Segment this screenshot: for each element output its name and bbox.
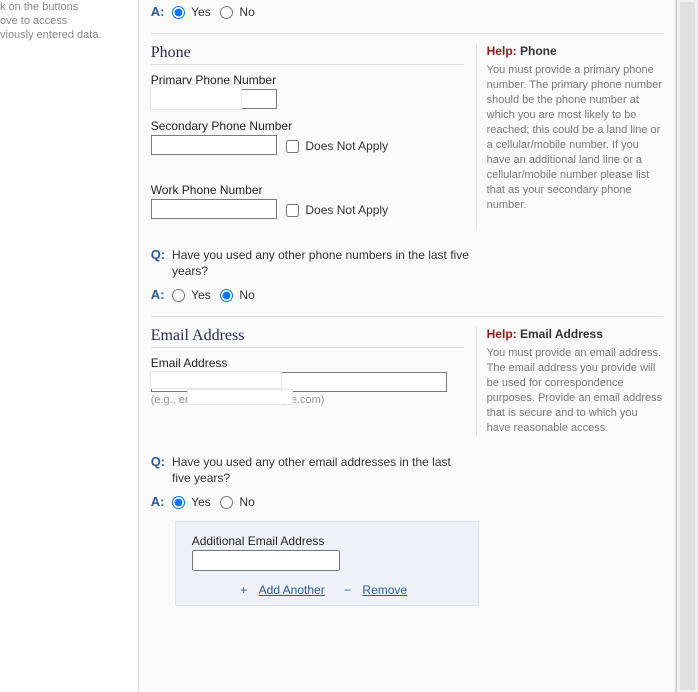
email-answer-no-option[interactable]: No — [220, 495, 255, 509]
phone-heading: Phone — [151, 44, 464, 65]
add-another-link[interactable]: Add Another — [259, 583, 325, 597]
redaction-overlay — [187, 389, 293, 405]
answer-prefix: A: — [151, 494, 169, 509]
phone-answer-no-radio[interactable] — [220, 289, 233, 302]
plus-icon: + — [240, 583, 247, 597]
work-phone-label: Work Phone Number — [151, 183, 464, 197]
answer-prefix: A: — [151, 287, 169, 302]
top-answer-no-option[interactable]: No — [220, 5, 255, 19]
phone-section: Phone Primary Phone Number Secondary Pho… — [151, 44, 663, 229]
email-section: Email Address Email Address (e.g., email… — [151, 327, 663, 436]
top-answer-yes-radio[interactable] — [172, 6, 185, 19]
section-divider — [151, 33, 663, 34]
secondary-phone-label: Secondary Phone Number — [151, 119, 464, 133]
email-answer-yes-radio[interactable] — [172, 496, 185, 509]
phone-answer-no-option[interactable]: No — [220, 288, 255, 302]
phone-question-text: Have you used any other phone numbers in… — [172, 247, 472, 279]
primary-phone-field: Primary Phone Number — [151, 73, 464, 109]
phone-answer-yes-option[interactable]: Yes — [172, 288, 214, 302]
minus-icon: − — [344, 583, 351, 597]
hint-line: ove to access — [0, 14, 134, 28]
phone-answer-yes-radio[interactable] — [172, 289, 185, 302]
work-phone-dna-option[interactable]: Does Not Apply — [286, 203, 388, 217]
email-help-heading: Help: Email Address — [487, 327, 663, 342]
secondary-phone-input[interactable] — [151, 135, 277, 155]
hint-line: k on the buttons — [0, 0, 134, 14]
additional-email-block: Additional Email Address + Add Another −… — [175, 521, 479, 606]
work-phone-field: Work Phone Number Does Not Apply — [151, 183, 464, 219]
top-answer-yes-option[interactable]: Yes — [172, 5, 214, 19]
additional-email-label: Additional Email Address — [192, 534, 462, 548]
work-phone-dna-checkbox[interactable] — [286, 204, 299, 217]
secondary-phone-dna-option[interactable]: Does Not Apply — [286, 139, 388, 153]
email-help-body: You must provide an email address. The e… — [487, 346, 663, 436]
question-prefix: Q: — [151, 247, 169, 262]
email-answer-yes-option[interactable]: Yes — [172, 495, 214, 509]
work-phone-input[interactable] — [151, 199, 277, 219]
secondary-phone-field: Secondary Phone Number Does Not Apply — [151, 119, 464, 155]
main-form-column: A: Yes No Phone — [138, 0, 676, 692]
secondary-phone-dna-checkbox[interactable] — [286, 140, 299, 153]
email-question-text: Have you used any other email addresses … — [172, 454, 472, 486]
left-sidebar-hint: k on the buttons ove to access viously e… — [0, 0, 138, 692]
phone-help-body: You must provide a primary phone number.… — [487, 63, 663, 213]
question-prefix: Q: — [151, 454, 169, 469]
email-label: Email Address — [151, 356, 464, 370]
email-answer-no-radio[interactable] — [220, 496, 233, 509]
redaction-overlay — [150, 371, 282, 389]
phone-help-panel: Help: Phone You must provide a primary p… — [476, 44, 663, 229]
email-field: Email Address (e.g., emailaddress@exampl… — [151, 356, 464, 406]
hint-line: viously entered data. — [0, 28, 134, 42]
email-heading: Email Address — [151, 327, 464, 348]
section-divider — [151, 316, 663, 317]
top-answer-no-radio[interactable] — [220, 6, 233, 19]
vertical-scrollbar[interactable] — [676, 0, 698, 692]
additional-email-input[interactable] — [192, 550, 340, 571]
redaction-overlay — [150, 84, 242, 110]
email-help-panel: Help: Email Address You must provide an … — [476, 327, 663, 436]
phone-help-heading: Help: Phone — [487, 44, 663, 59]
remove-link[interactable]: Remove — [362, 583, 407, 597]
answer-prefix: A: — [151, 4, 169, 19]
